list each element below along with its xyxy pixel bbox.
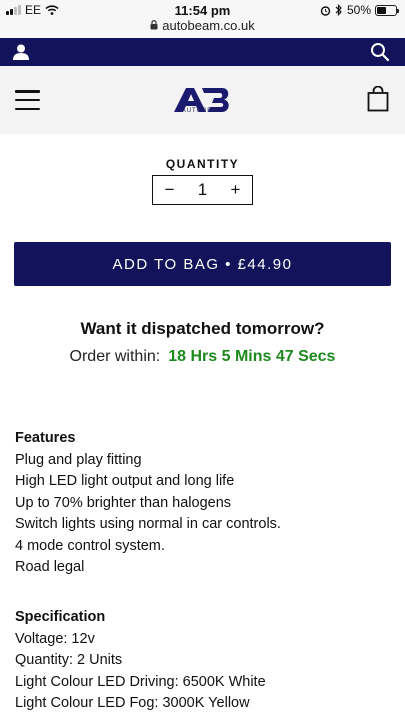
quantity-label: QUANTITY (165, 157, 240, 171)
battery-icon (375, 4, 399, 16)
alarm-icon (320, 5, 331, 16)
site-header (0, 66, 405, 134)
decrease-quantity-button[interactable]: − (165, 180, 175, 200)
feature-item: Switch lights using normal in car contro… (15, 516, 281, 532)
status-bar: EE 11:54 pm 50% (0, 0, 405, 20)
url-text: autobeam.co.uk (162, 18, 255, 33)
spec-item: Light Colour LED Fog: 3000K Yellow (15, 695, 250, 711)
specification-section: Specification Voltage: 12v Quantity: 2 U… (15, 607, 395, 715)
quantity-stepper: − 1 + (152, 175, 253, 205)
bluetooth-icon (335, 4, 342, 16)
specification-heading: Specification (15, 609, 106, 625)
battery-fill (377, 6, 386, 14)
logo-wordmark: AUTOBEAM (181, 108, 224, 114)
lock-icon (150, 20, 158, 30)
order-within-label: Order within: (69, 348, 161, 365)
top-strip (0, 38, 405, 66)
increase-quantity-button[interactable]: + (230, 180, 240, 200)
feature-item: High LED light output and long life (15, 473, 235, 489)
spec-item: Voltage: 12v (15, 630, 95, 647)
url-bar[interactable]: autobeam.co.uk (0, 18, 405, 38)
feature-item: Up to 70% brighter than halogens (15, 494, 232, 511)
features-heading: Features (15, 430, 76, 446)
feature-item: Road legal (15, 559, 85, 575)
status-right: 50% (320, 3, 399, 17)
spec-item: Quantity: 2 Units (15, 652, 123, 668)
feature-item: 4 mode control system. (15, 537, 165, 554)
battery-percent: 50% (346, 3, 371, 17)
menu-icon[interactable] (15, 90, 40, 110)
dispatch-countdown-row: Order within: 18 Hrs 5 Mins 47 Secs (0, 348, 405, 366)
autobeam-logo[interactable] (172, 82, 234, 122)
features-section: Features Plug and play fitting High LED … (15, 428, 395, 579)
spec-item: Light Colour LED Driving: 6500K White (15, 673, 266, 690)
dispatch-countdown: 18 Hrs 5 Mins 47 Secs (168, 348, 336, 365)
add-to-bag-button[interactable]: ADD TO BAG • £44.90 (14, 242, 391, 286)
user-icon[interactable] (12, 43, 30, 61)
add-to-bag-label: ADD TO BAG • £44.90 (112, 255, 293, 273)
dispatch-question: Want it dispatched tomorrow? (80, 319, 325, 338)
quantity-value[interactable]: 1 (198, 180, 207, 200)
search-icon[interactable] (370, 42, 390, 62)
feature-item: Plug and play fitting (15, 451, 142, 468)
